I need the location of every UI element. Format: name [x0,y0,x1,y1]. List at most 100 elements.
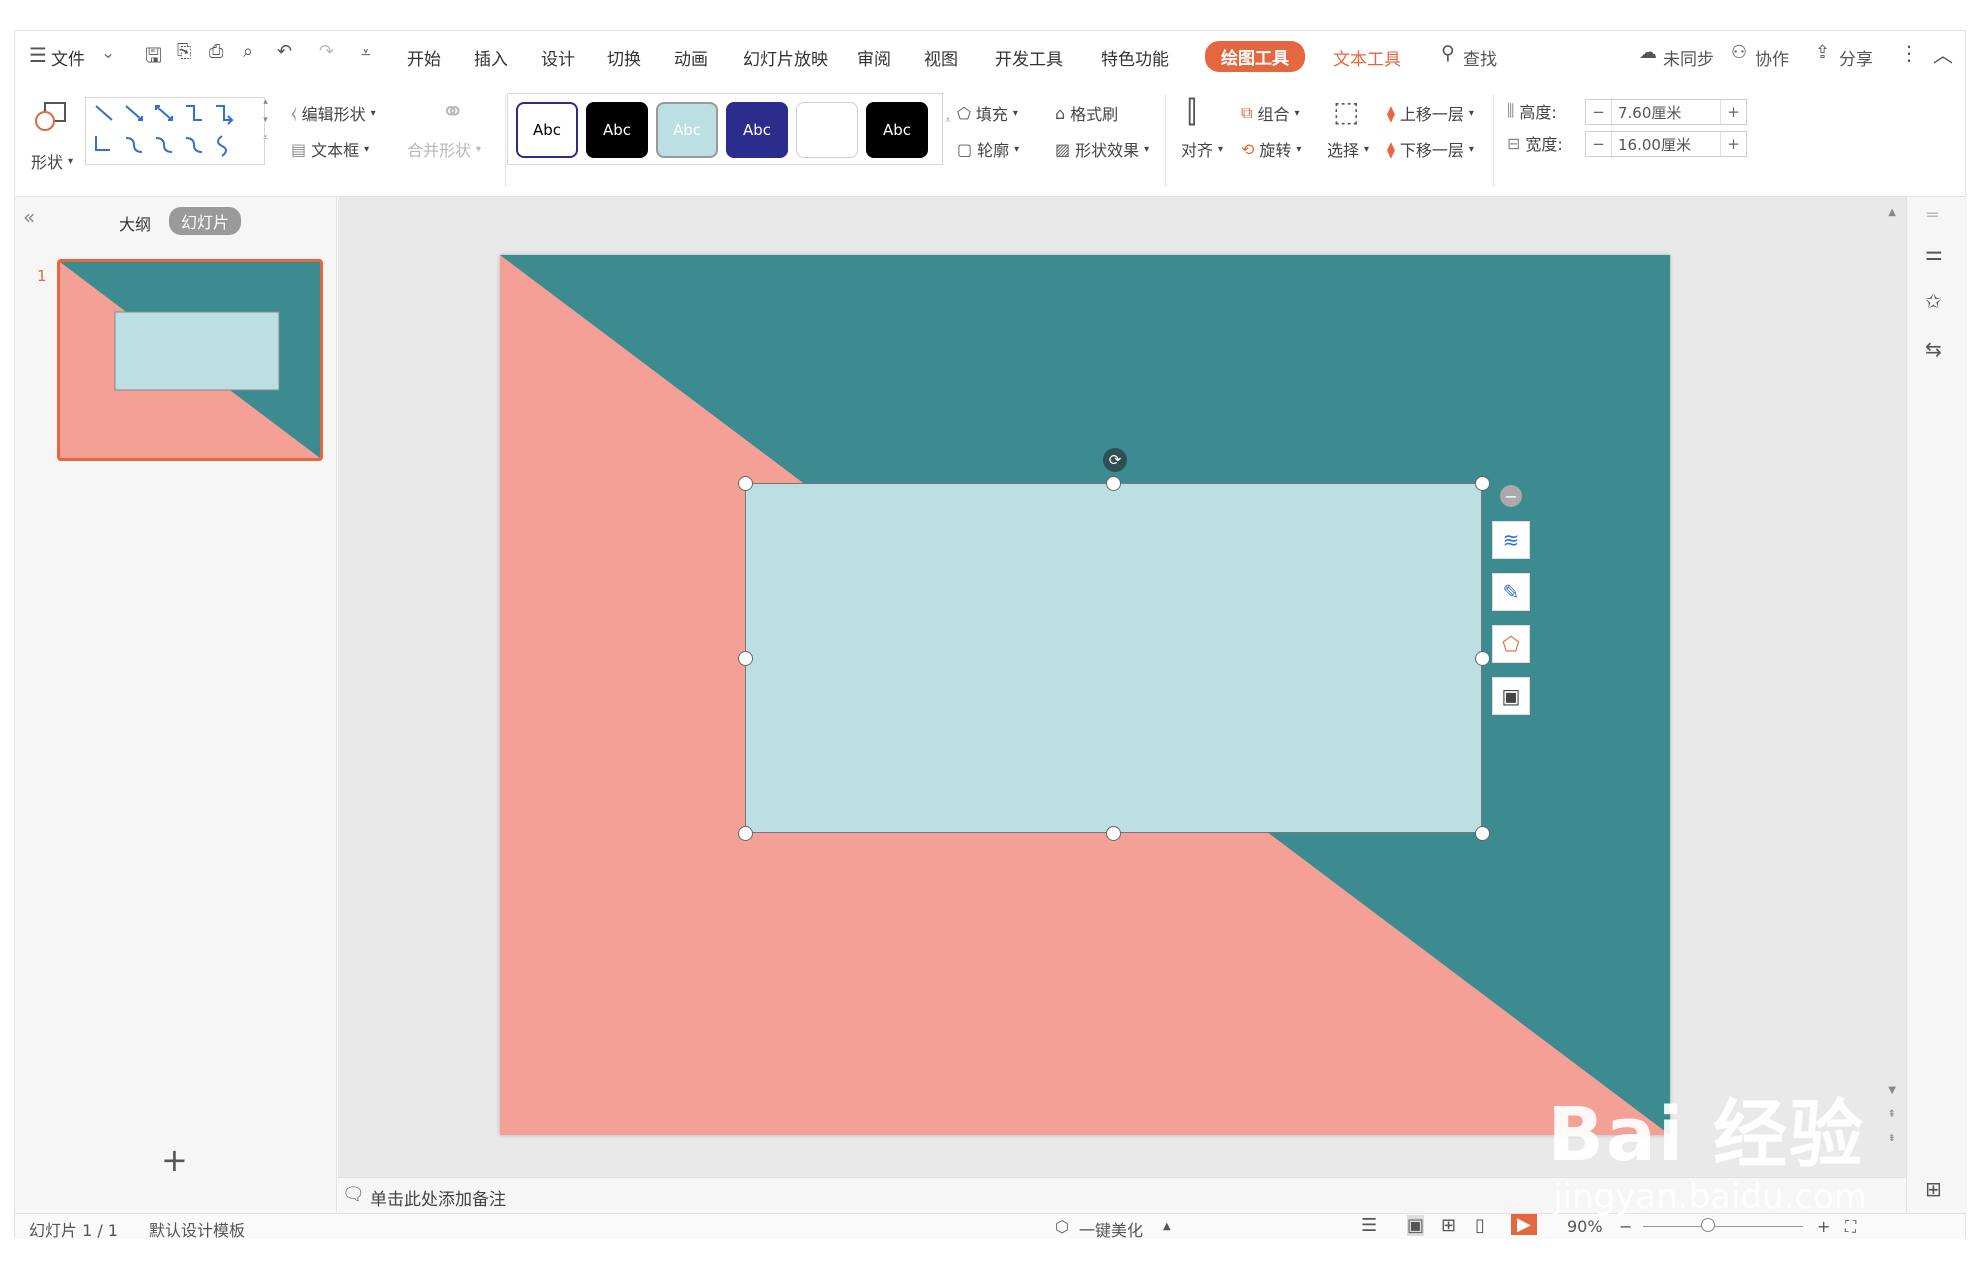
select-icon[interactable]: ⬚ [1333,95,1359,128]
next-slide-icon[interactable]: ⇟ [1888,1133,1896,1144]
zoom-slider-thumb[interactable] [1701,1218,1715,1232]
align-icon[interactable]: ⫿ [1187,95,1197,130]
scroll-down-icon[interactable]: ▼ [1888,1085,1896,1096]
tab-insert[interactable]: 插入 [474,45,508,70]
shape-gallery-scroll[interactable]: ▴ ▾ ⩡ [263,97,268,143]
fit-window-icon[interactable]: ⛶ [1845,1217,1856,1237]
format-painter-icon[interactable]: ⎘ [177,41,191,62]
chevron-down-icon[interactable]: ⌄ [101,43,115,63]
style-gallery-more-icon[interactable]: ⩡ [945,115,951,126]
tab-developer[interactable]: 开发工具 [995,45,1063,70]
share-button[interactable]: 分享 [1839,45,1873,70]
shape-effect-button[interactable]: ▨ 形状效果 ▾ [1055,137,1149,161]
style-black-2[interactable]: Abc [866,102,928,158]
tab-outline[interactable]: 大纲 [119,211,151,235]
pen-icon[interactable]: ✎ [1492,573,1530,611]
layers-icon[interactable]: ≋ [1492,521,1530,559]
resize-handle-bottom-left[interactable] [738,826,753,841]
star-icon[interactable]: ✩ [1925,289,1942,313]
style-navy[interactable]: Abc [726,102,788,158]
quick-access-dropdown-icon[interactable]: ⩡ [361,43,371,63]
height-input[interactable]: 7.60厘米 [1612,102,1720,123]
search-button[interactable]: 查找 [1463,45,1497,70]
zoom-slider[interactable] [1643,1226,1803,1227]
fill-color-icon[interactable]: ⬠ [1492,625,1530,663]
group-button[interactable]: ⧉ 组合 ▾ [1241,101,1299,125]
collapse-float-toolbar-icon[interactable]: − [1500,485,1522,507]
beautify-button[interactable]: 一键美化 [1079,1217,1143,1241]
shape-icon[interactable] [33,99,69,135]
zoom-level[interactable]: 90% [1567,1217,1603,1236]
template-name[interactable]: 默认设计模板 [149,1217,245,1241]
collapse-ribbon-icon[interactable]: ︿ [1933,39,1953,68]
selected-rectangle-shape[interactable] [745,483,1482,833]
print-icon[interactable]: ⎙ [209,41,223,62]
height-stepper[interactable]: − 7.60厘米 + [1585,99,1747,125]
hamburger-icon[interactable]: ☰ [29,43,47,67]
notes-toggle-icon[interactable]: ☰ [1361,1215,1377,1236]
tab-slides[interactable]: 幻灯片 [169,207,242,235]
rotate-handle-icon[interactable]: ⟳ [1103,448,1127,472]
merge-shape-button[interactable]: 合并形状 ▾ [407,137,481,161]
width-input[interactable]: 16.00厘米 [1612,134,1720,155]
tab-design[interactable]: 设计 [541,45,575,70]
slide-1[interactable]: ⟳ − ≋ ✎ ⬠ ▣ [500,255,1670,1135]
grid-apps-icon[interactable]: ⊞ [1925,1177,1942,1201]
redo-icon[interactable]: ↷ [319,41,334,62]
resize-handle-top-right[interactable] [1475,476,1490,491]
textbox-button[interactable]: ▤ 文本框 ▾ [291,137,369,161]
settings-sliders-icon[interactable]: ⚌ [1925,241,1943,265]
tab-special[interactable]: 特色功能 [1101,45,1169,70]
tab-start[interactable]: 开始 [407,45,441,70]
resize-handle-bottom-right[interactable] [1475,826,1490,841]
zoom-out-icon[interactable]: − [1619,1217,1632,1236]
fill-button[interactable]: ⬠ 填充 ▾ [957,101,1018,125]
zoom-in-icon[interactable]: + [1817,1217,1830,1236]
format-brush-button[interactable]: ⌂ 格式刷 [1055,101,1118,125]
height-decrease-button[interactable]: − [1586,100,1612,124]
cloud-icon[interactable]: ☁ [1639,42,1657,63]
undo-icon[interactable]: ↶ [277,41,292,62]
user-icon[interactable]: ⚇ [1731,42,1747,63]
width-decrease-button[interactable]: − [1586,132,1612,156]
scroll-up-icon[interactable]: ▲ [1888,207,1896,218]
resize-handle-right[interactable] [1475,651,1490,666]
bring-forward-button[interactable]: ⧫ 上移一层 ▾ [1387,101,1474,125]
select-button[interactable]: 选择 ▾ [1327,137,1369,161]
notes-placeholder[interactable]: 单击此处添加备注 [370,1185,506,1210]
caret-up-icon[interactable]: ▲ [1163,1221,1171,1232]
tab-review[interactable]: 审阅 [857,45,891,70]
shape-gallery[interactable] [85,97,265,165]
outline-button[interactable]: ▢ 轮廓 ▾ [957,137,1019,161]
tab-transition[interactable]: 切换 [607,45,641,70]
tab-text-tools[interactable]: 文本工具 [1333,45,1401,70]
style-white[interactable] [796,102,858,158]
tab-view[interactable]: 视图 [924,45,958,70]
width-stepper[interactable]: − 16.00厘米 + [1585,131,1747,157]
outline-style-icon[interactable]: ▣ [1492,677,1530,715]
slide-thumbnail-1[interactable] [57,259,323,461]
collab-button[interactable]: 协作 [1755,45,1789,70]
tab-animation[interactable]: 动画 [674,45,708,70]
play-icon[interactable]: ▶ [1511,1214,1537,1235]
tab-drawing-tools[interactable]: 绘图工具 [1205,41,1305,72]
style-outline-navy[interactable]: Abc [516,102,578,158]
width-increase-button[interactable]: + [1720,132,1746,156]
collapse-panel-icon[interactable]: « [23,205,35,229]
normal-view-icon[interactable]: ▣ [1407,1215,1425,1236]
shape-button[interactable]: 形状 ▾ [31,149,73,173]
style-black[interactable]: Abc [586,102,648,158]
add-slide-button[interactable]: + [161,1141,188,1179]
convert-icon[interactable]: ⇆ [1925,337,1942,361]
tab-slideshow[interactable]: 幻灯片放映 [743,45,828,70]
height-increase-button[interactable]: + [1720,100,1746,124]
resize-handle-left[interactable] [738,651,753,666]
resize-handle-top[interactable] [1106,476,1121,491]
more-icon[interactable]: ⋮ [1899,41,1919,65]
print-preview-icon[interactable]: ⌕ [243,41,253,62]
reading-view-icon[interactable]: ▯ [1475,1215,1485,1236]
search-icon[interactable]: ⚲ [1441,42,1455,64]
save-icon[interactable]: 🖫 [145,41,162,75]
unsynced-status[interactable]: 未同步 [1663,45,1714,70]
share-icon[interactable]: ⇪ [1815,42,1830,63]
